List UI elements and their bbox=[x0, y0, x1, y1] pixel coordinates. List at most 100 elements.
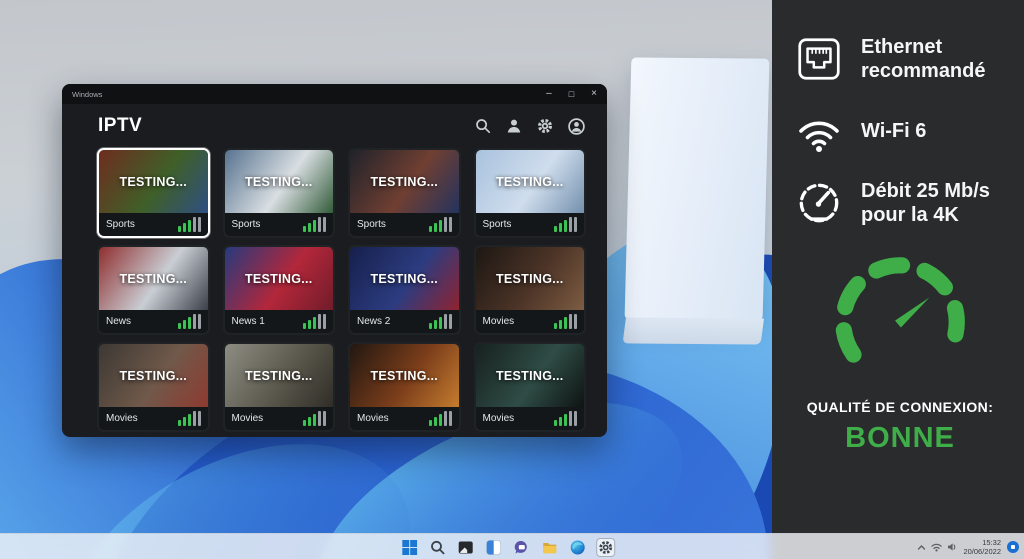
channel-tile[interactable]: TESTING... News bbox=[97, 245, 210, 335]
settings-icon[interactable] bbox=[537, 118, 553, 134]
channel-overlay-text: TESTING... bbox=[350, 247, 459, 310]
app-icon[interactable] bbox=[456, 538, 475, 557]
app-title: IPTV bbox=[98, 115, 142, 137]
channel-category-label: Movies bbox=[483, 316, 515, 327]
channel-category-label: Movies bbox=[483, 413, 515, 424]
signal-strength-icon bbox=[429, 217, 452, 232]
connection-gauge bbox=[824, 253, 976, 385]
channel-category-label: Movies bbox=[106, 413, 138, 424]
tray-date: 20/06/2022 bbox=[963, 547, 1001, 556]
channel-tile[interactable]: TESTING... Movies bbox=[474, 245, 587, 335]
channel-thumbnail: TESTING... bbox=[99, 344, 208, 407]
minimize-button[interactable]: – bbox=[546, 89, 552, 99]
channel-tile[interactable]: TESTING... Movies bbox=[348, 342, 461, 432]
ethernet-icon bbox=[794, 34, 844, 84]
feature-text: Ethernet recommandé bbox=[861, 35, 1008, 84]
app-header: IPTV bbox=[62, 104, 607, 148]
channel-grid: TESTING... Sports TESTING... Sports TEST… bbox=[97, 148, 586, 432]
channel-overlay-text: TESTING... bbox=[225, 150, 334, 213]
edge-icon[interactable] bbox=[568, 538, 587, 557]
channel-overlay-text: TESTING... bbox=[225, 247, 334, 310]
channel-tile[interactable]: TESTING... Sports bbox=[223, 148, 336, 238]
channel-tile[interactable]: TESTING... Movies bbox=[474, 342, 587, 432]
channel-category-label: News 1 bbox=[232, 316, 265, 327]
channel-info-bar: Sports bbox=[225, 213, 334, 236]
window-title: Windows bbox=[72, 90, 102, 99]
channel-tile[interactable]: TESTING... News 1 bbox=[223, 245, 336, 335]
channel-tile[interactable]: TESTING... Movies bbox=[223, 342, 336, 432]
channel-thumbnail: TESTING... bbox=[225, 247, 334, 310]
channel-tile[interactable]: TESTING... Sports bbox=[348, 148, 461, 238]
channel-overlay-text: TESTING... bbox=[476, 150, 585, 213]
channel-info-bar: Movies bbox=[350, 407, 459, 430]
channel-tile[interactable]: TESTING... Sports bbox=[474, 148, 587, 238]
wifi-icon bbox=[794, 109, 844, 153]
channel-thumbnail: TESTING... bbox=[350, 247, 459, 310]
channel-overlay-text: TESTING... bbox=[350, 150, 459, 213]
channel-category-label: News bbox=[106, 316, 131, 327]
channel-info-bar: Movies bbox=[476, 310, 585, 333]
notification-badge[interactable] bbox=[1007, 541, 1019, 553]
speedometer-icon bbox=[794, 178, 844, 228]
user-icon[interactable] bbox=[506, 118, 522, 134]
channel-info-bar: Sports bbox=[350, 213, 459, 236]
chat-icon[interactable] bbox=[512, 538, 531, 557]
signal-strength-icon bbox=[554, 217, 577, 232]
channel-category-label: Movies bbox=[357, 413, 389, 424]
channel-category-label: Movies bbox=[232, 413, 264, 424]
channel-thumbnail: TESTING... bbox=[476, 247, 585, 310]
explorer-icon[interactable] bbox=[540, 538, 559, 557]
channel-overlay-text: TESTING... bbox=[99, 150, 208, 213]
channel-thumbnail: TESTING... bbox=[476, 344, 585, 407]
channel-thumbnail: TESTING... bbox=[99, 247, 208, 310]
channel-info-bar: Sports bbox=[476, 213, 585, 236]
widgets-icon[interactable] bbox=[484, 538, 503, 557]
channel-thumbnail: TESTING... bbox=[99, 150, 208, 213]
channel-thumbnail: TESTING... bbox=[225, 150, 334, 213]
maximize-button[interactable]: □ bbox=[569, 90, 574, 99]
channel-overlay-text: TESTING... bbox=[476, 247, 585, 310]
window-titlebar[interactable]: Windows – □ × bbox=[62, 84, 607, 104]
channel-overlay-text: TESTING... bbox=[99, 247, 208, 310]
feature-speed: Débit 25 Mb/s pour la 4K bbox=[792, 178, 1008, 228]
signal-strength-icon bbox=[429, 314, 452, 329]
tray-volume-icon[interactable] bbox=[947, 542, 957, 552]
channel-category-label: Sports bbox=[232, 219, 261, 230]
tray-clock[interactable]: 15:32 20/06/2022 bbox=[963, 538, 1001, 557]
start-icon[interactable] bbox=[400, 538, 419, 557]
quality-value: BONNE bbox=[792, 422, 1008, 455]
account-icon[interactable] bbox=[568, 118, 585, 135]
channel-tile[interactable]: TESTING... News 2 bbox=[348, 245, 461, 335]
system-tray[interactable]: 15:32 20/06/2022 bbox=[917, 534, 1019, 559]
channel-thumbnail: TESTING... bbox=[350, 150, 459, 213]
signal-strength-icon bbox=[303, 217, 326, 232]
feature-text: Wi-Fi 6 bbox=[861, 119, 926, 143]
feature-text: Débit 25 Mb/s pour la 4K bbox=[861, 179, 1008, 228]
channel-thumbnail: TESTING... bbox=[350, 344, 459, 407]
channel-tile[interactable]: TESTING... Sports bbox=[97, 148, 210, 238]
settings-icon[interactable] bbox=[596, 538, 615, 557]
channel-overlay-text: TESTING... bbox=[225, 344, 334, 407]
channel-category-label: News 2 bbox=[357, 316, 390, 327]
desktop: Windows – □ × IPTV bbox=[0, 0, 1024, 559]
channel-info-bar: News 2 bbox=[350, 310, 459, 333]
iptv-app-window: Windows – □ × IPTV bbox=[62, 84, 607, 437]
tray-network-icon[interactable] bbox=[931, 542, 942, 552]
channel-info-bar: Sports bbox=[99, 213, 208, 236]
channel-info-bar: Movies bbox=[99, 407, 208, 430]
channel-thumbnail: TESTING... bbox=[225, 344, 334, 407]
tray-time: 15:32 bbox=[963, 538, 1001, 547]
signal-strength-icon bbox=[303, 411, 326, 426]
channel-tile[interactable]: TESTING... Movies bbox=[97, 342, 210, 432]
search-icon[interactable] bbox=[475, 118, 491, 134]
channel-overlay-text: TESTING... bbox=[350, 344, 459, 407]
channel-info-bar: Movies bbox=[225, 407, 334, 430]
channel-info-bar: Movies bbox=[476, 407, 585, 430]
search-icon[interactable] bbox=[428, 538, 447, 557]
channel-category-label: Sports bbox=[357, 219, 386, 230]
signal-strength-icon bbox=[178, 314, 201, 329]
signal-strength-icon bbox=[429, 411, 452, 426]
channel-category-label: Sports bbox=[106, 219, 135, 230]
close-button[interactable]: × bbox=[591, 89, 597, 99]
tray-chevron-icon[interactable] bbox=[917, 543, 926, 552]
